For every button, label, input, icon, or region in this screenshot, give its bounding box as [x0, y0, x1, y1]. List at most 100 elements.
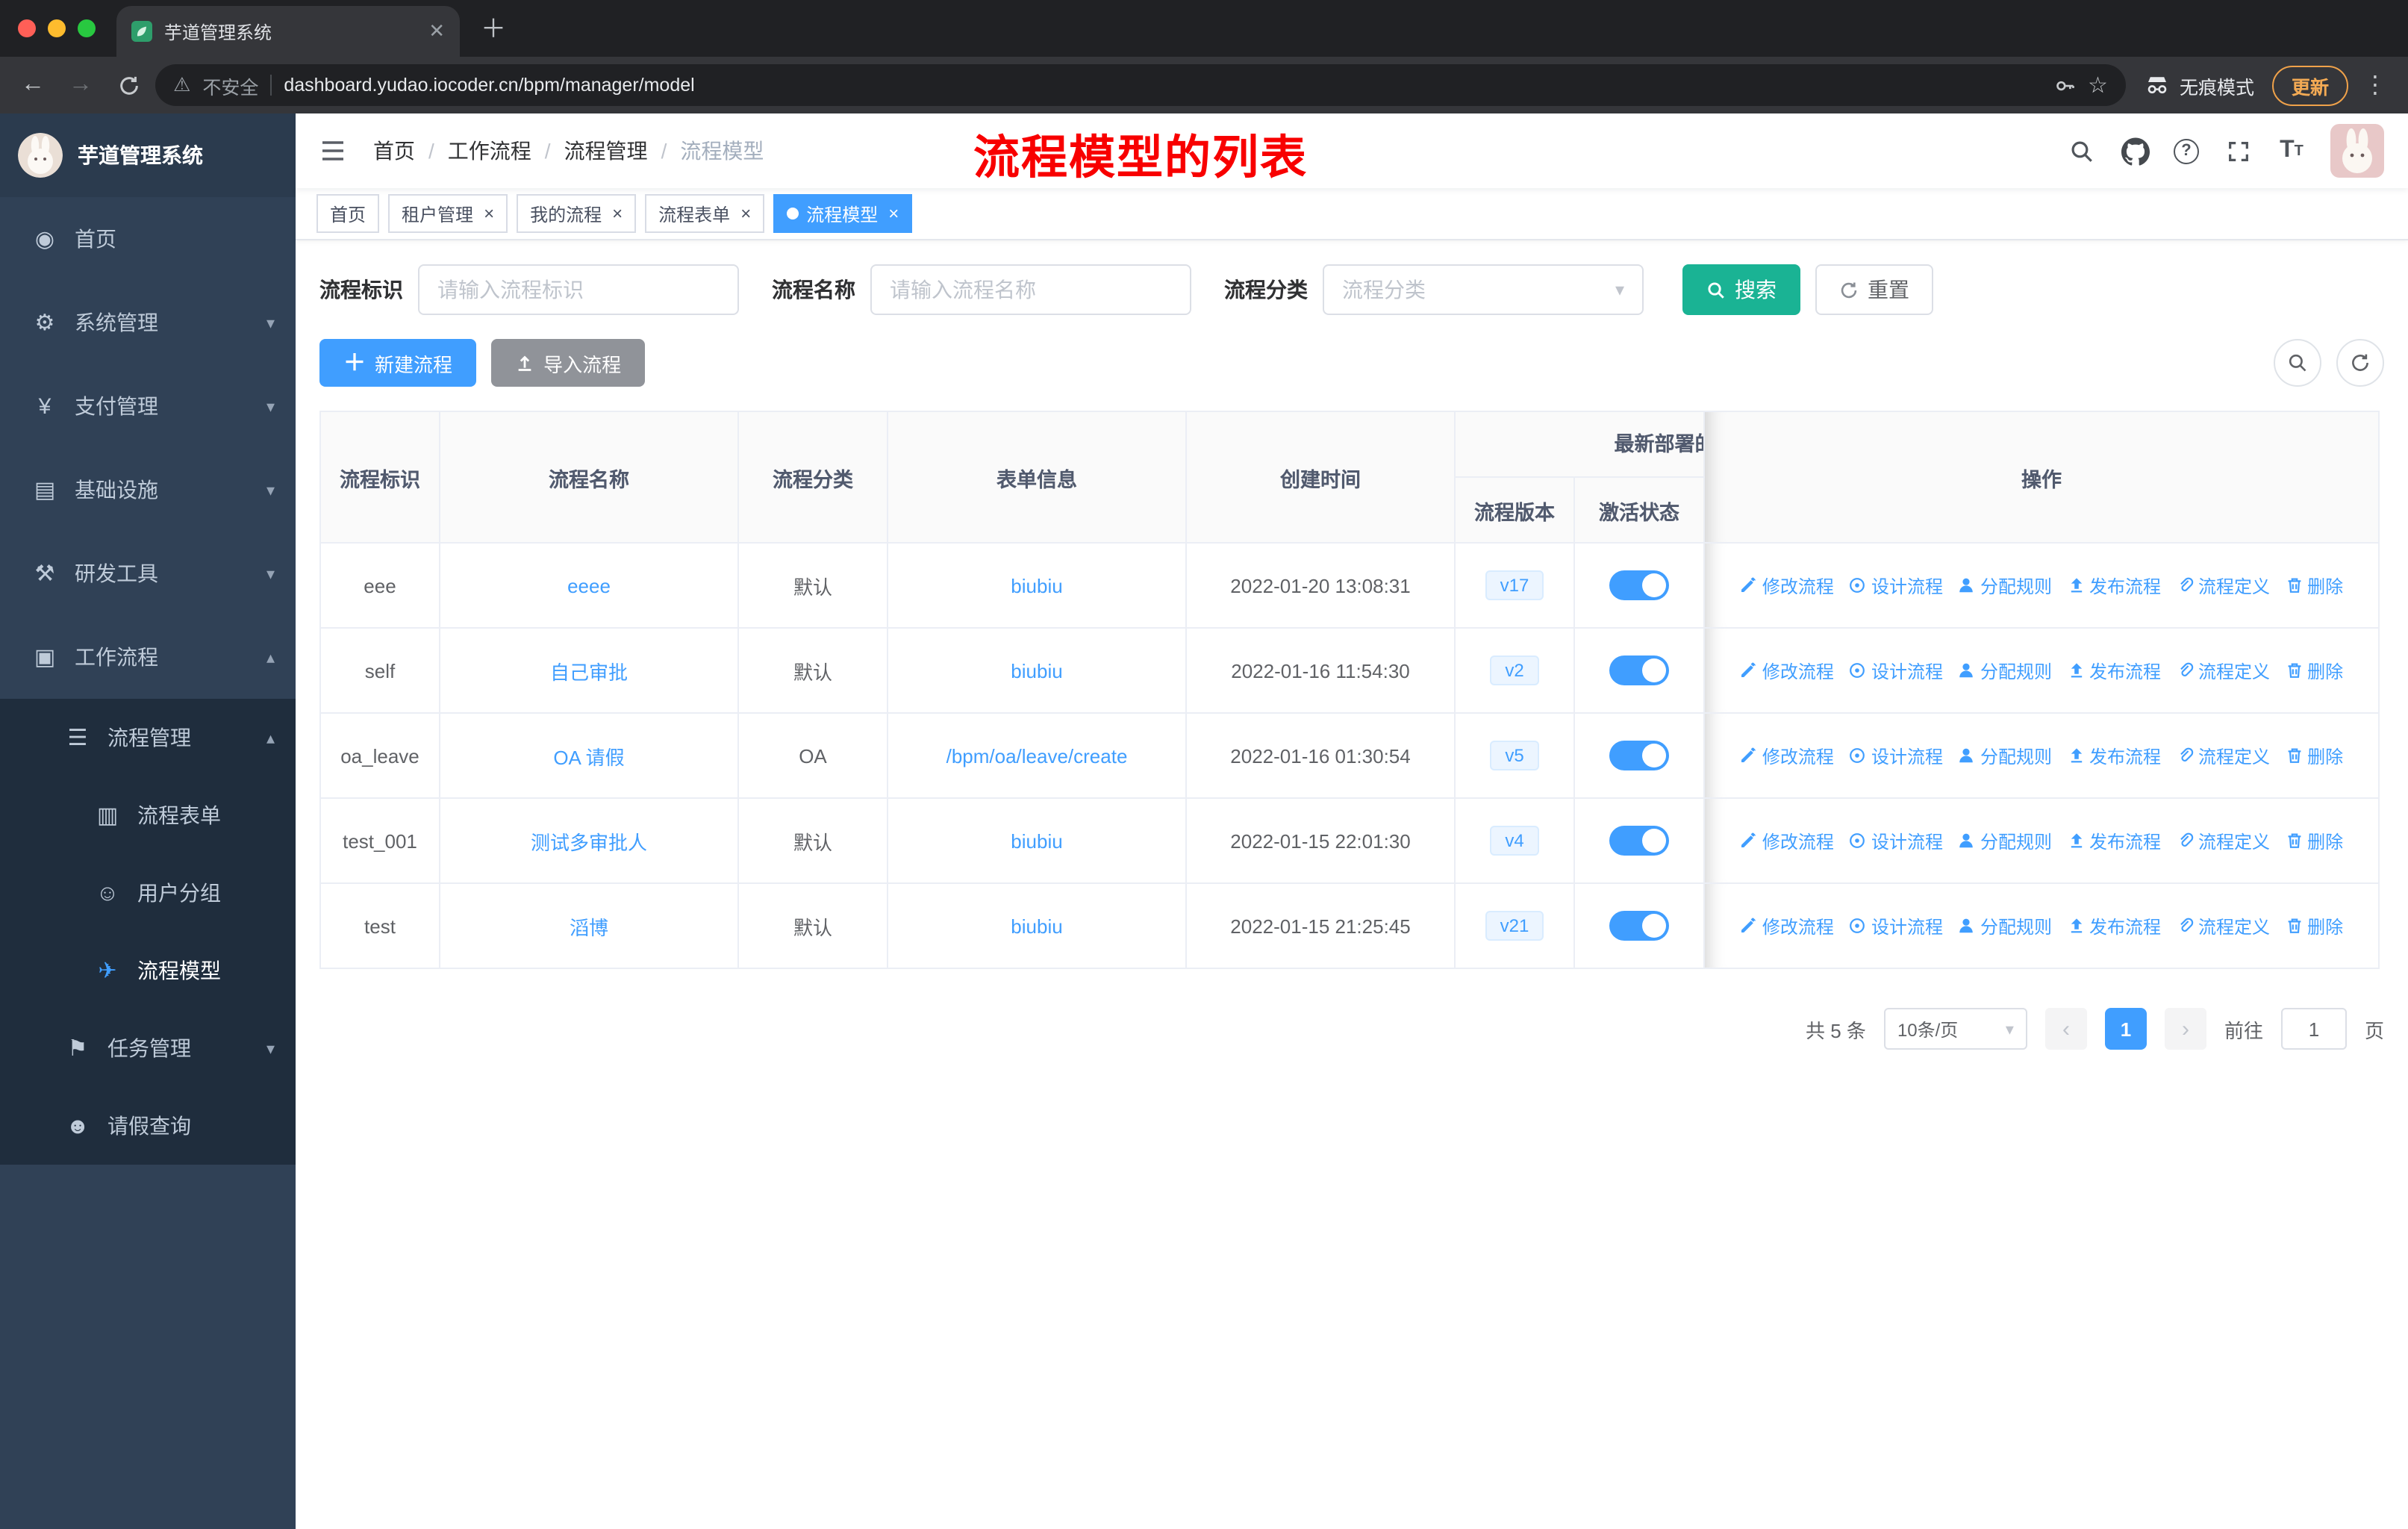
publish-process-link[interactable]: 发布流程	[2067, 828, 2161, 853]
search-icon[interactable]	[2066, 134, 2096, 167]
process-name-link[interactable]: OA 请假	[553, 741, 624, 770]
reset-button[interactable]: 重置	[1815, 264, 1933, 315]
process-name-link[interactable]: 测试多审批人	[531, 826, 647, 855]
edit-process-link[interactable]: 修改流程	[1740, 913, 1834, 938]
active-toggle[interactable]	[1609, 655, 1669, 685]
active-toggle[interactable]	[1609, 826, 1669, 856]
process-name-link[interactable]: 滔博	[570, 912, 608, 940]
definition-process-link[interactable]: 流程定义	[2176, 658, 2270, 683]
tab-tag[interactable]: 租户管理 ×	[388, 194, 508, 233]
publish-process-link[interactable]: 发布流程	[2067, 743, 2161, 768]
minimize-window-button[interactable]	[48, 19, 66, 37]
zoom-window-button[interactable]	[78, 19, 96, 37]
key-icon[interactable]	[2053, 74, 2076, 96]
font-size-icon[interactable]: TT	[2277, 134, 2306, 167]
active-toggle[interactable]	[1609, 911, 1669, 941]
sidebar-item-infrastructure[interactable]: ▤ 基础设施 ▾	[0, 448, 296, 532]
reload-button[interactable]	[107, 64, 149, 106]
tab-tag[interactable]: 流程表单 ×	[645, 194, 765, 233]
definition-process-link[interactable]: 流程定义	[2176, 913, 2270, 938]
design-process-link[interactable]: 设计流程	[1849, 658, 1943, 683]
close-icon[interactable]: ×	[612, 203, 623, 224]
show-search-button[interactable]	[2274, 339, 2321, 387]
tab-tag[interactable]: 我的流程 ×	[517, 194, 637, 233]
breadcrumb-item[interactable]: 流程模型	[680, 136, 764, 166]
user-avatar[interactable]	[2330, 124, 2384, 178]
design-process-link[interactable]: 设计流程	[1849, 743, 1943, 768]
form-info-link[interactable]: /bpm/oa/leave/create	[946, 744, 1128, 767]
page-size-select[interactable]: 10条/页 ▾	[1883, 1008, 2027, 1050]
breadcrumb-item[interactable]: 首页	[373, 136, 415, 166]
edit-process-link[interactable]: 修改流程	[1740, 743, 1834, 768]
github-icon[interactable]	[2120, 134, 2150, 167]
app-logo[interactable]: 芋道管理系统	[0, 113, 296, 197]
sidebar-item-user-group[interactable]: ☺ 用户分组	[0, 854, 296, 932]
assign-process-link[interactable]: 分配规则	[1958, 743, 2052, 768]
page-number-button[interactable]: 1	[2104, 1008, 2147, 1050]
publish-process-link[interactable]: 发布流程	[2067, 913, 2161, 938]
sidebar-item-paper-plane[interactable]: ✈ 流程模型	[0, 932, 296, 1009]
refresh-table-button[interactable]	[2336, 339, 2384, 387]
tab-close-icon[interactable]: ✕	[428, 19, 445, 43]
sidebar-item-task[interactable]: ⚑ 任务管理 ▾	[0, 1009, 296, 1087]
definition-process-link[interactable]: 流程定义	[2176, 828, 2270, 853]
prev-page-button[interactable]: ‹	[2044, 1008, 2087, 1050]
browser-menu-icon[interactable]: ⋮	[2363, 70, 2387, 100]
sidebar-item-workflow[interactable]: ▣ 工作流程 ▴	[0, 615, 296, 699]
breadcrumb-item[interactable]: 工作流程	[448, 136, 531, 166]
import-process-button[interactable]: 导入流程	[491, 339, 646, 387]
sidebar-item-tools[interactable]: ⚒ 研发工具 ▾	[0, 532, 296, 615]
assign-process-link[interactable]: 分配规则	[1958, 913, 2052, 938]
bookmark-star-icon[interactable]: ☆	[2088, 72, 2108, 99]
browser-tab[interactable]: 芋道管理系统 ✕	[116, 6, 460, 57]
design-process-link[interactable]: 设计流程	[1849, 913, 1943, 938]
form-info-link[interactable]: biubiu	[1011, 574, 1062, 597]
definition-process-link[interactable]: 流程定义	[2176, 573, 2270, 598]
sidebar-item-form[interactable]: ▥ 流程表单	[0, 776, 296, 854]
next-page-button[interactable]: ›	[2164, 1008, 2206, 1050]
assign-process-link[interactable]: 分配规则	[1958, 658, 2052, 683]
close-icon[interactable]: ×	[484, 203, 494, 224]
tab-tag[interactable]: 首页	[316, 194, 380, 233]
update-button[interactable]: 更新	[2271, 65, 2348, 105]
publish-process-link[interactable]: 发布流程	[2067, 658, 2161, 683]
active-toggle[interactable]	[1609, 741, 1669, 770]
form-info-link[interactable]: biubiu	[1011, 915, 1062, 937]
design-process-link[interactable]: 设计流程	[1849, 573, 1943, 598]
definition-process-link[interactable]: 流程定义	[2176, 743, 2270, 768]
incognito-badge[interactable]: 无痕模式	[2144, 71, 2254, 99]
design-process-link[interactable]: 设计流程	[1849, 828, 1943, 853]
active-toggle[interactable]	[1609, 570, 1669, 600]
sidebar-item-gear[interactable]: ⚙ 系统管理 ▾	[0, 281, 296, 364]
edit-process-link[interactable]: 修改流程	[1740, 658, 1834, 683]
sidebar-item-payment[interactable]: ¥ 支付管理 ▾	[0, 364, 296, 448]
close-icon[interactable]: ×	[740, 203, 751, 224]
category-select[interactable]: 流程分类 ▾	[1323, 264, 1644, 315]
form-info-link[interactable]: biubiu	[1011, 829, 1062, 852]
help-icon[interactable]: ?	[2174, 138, 2199, 164]
close-window-button[interactable]	[18, 19, 36, 37]
tab-tag[interactable]: 流程模型 ×	[773, 194, 913, 233]
process-name-link[interactable]: eeee	[567, 574, 611, 597]
edit-process-link[interactable]: 修改流程	[1740, 573, 1834, 598]
process-name-link[interactable]: 自己审批	[550, 656, 628, 685]
assign-process-link[interactable]: 分配规则	[1958, 828, 2052, 853]
sidebar-item-dashboard[interactable]: ◉ 首页	[0, 197, 296, 281]
hamburger-icon[interactable]	[319, 137, 346, 164]
sidebar-item-user[interactable]: ☻ 请假查询	[0, 1087, 296, 1165]
sidebar-item-process-management[interactable]: ☰ 流程管理 ▴	[0, 699, 296, 776]
new-tab-button[interactable]: ＋	[481, 7, 506, 45]
assign-process-link[interactable]: 分配规则	[1958, 573, 2052, 598]
process-name-input[interactable]	[870, 264, 1191, 315]
address-bar[interactable]: ⚠ 不安全 dashboard.yudao.iocoder.cn/bpm/man…	[155, 64, 2126, 106]
create-process-button[interactable]: ＋ 新建流程	[319, 339, 477, 387]
search-button[interactable]: 搜索	[1682, 264, 1800, 315]
goto-page-input[interactable]	[2280, 1008, 2347, 1050]
process-key-input[interactable]	[418, 264, 739, 315]
forward-button[interactable]: →	[60, 64, 102, 106]
fullscreen-icon[interactable]	[2223, 134, 2253, 167]
form-info-link[interactable]: biubiu	[1011, 659, 1062, 682]
delete-process-link[interactable]: 删除	[2285, 573, 2343, 598]
publish-process-link[interactable]: 发布流程	[2067, 573, 2161, 598]
delete-process-link[interactable]: 删除	[2285, 913, 2343, 938]
